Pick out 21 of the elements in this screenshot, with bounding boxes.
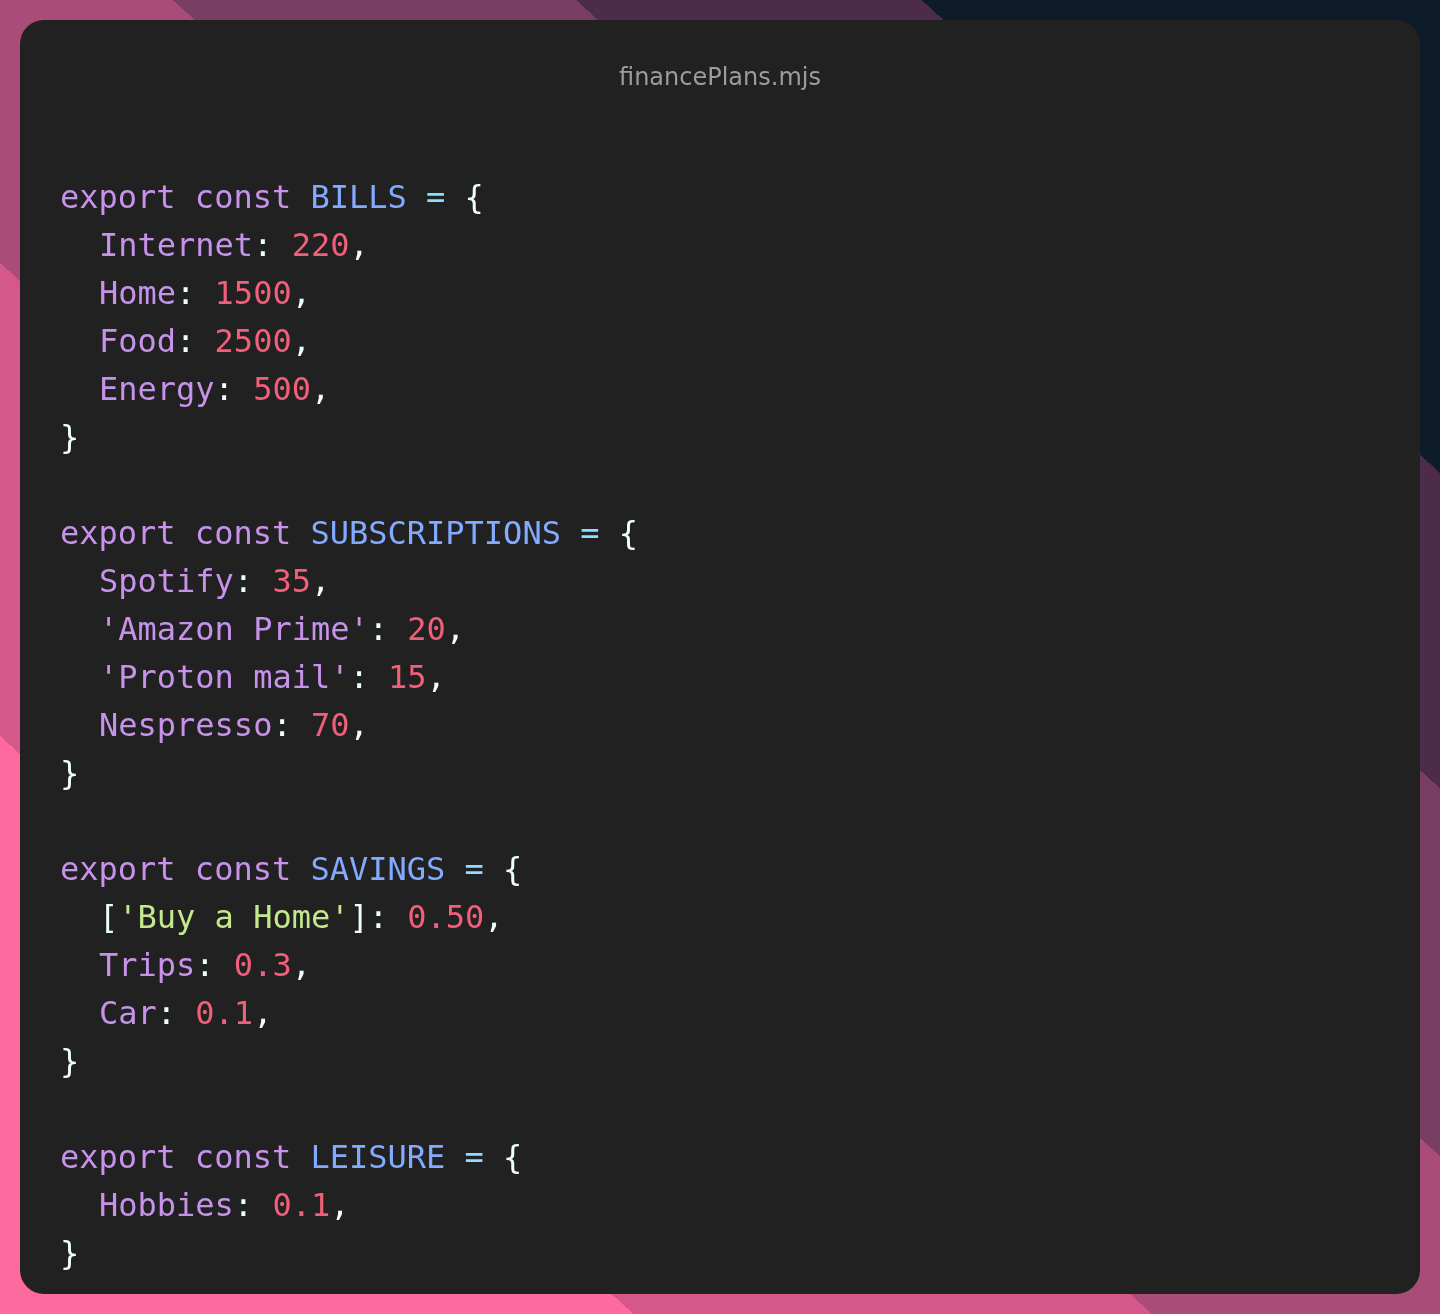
code-line: export const SUBSCRIPTIONS = { [60,513,638,554]
code-line: Spotify: 35, [98,561,331,602]
code-line: Internet: 220, [98,225,369,266]
code-line: } [60,1233,80,1274]
code-line: 'Amazon Prime': 20, [98,609,466,650]
code-line: export const LEISURE = { [60,1137,523,1178]
code-line: export const SAVINGS = { [60,849,523,890]
code-line: } [60,753,80,794]
code-line: export const BILLS = { [60,177,484,218]
code-line: Hobbies: 0.1, [98,1185,350,1226]
code-line: ['Buy a Home']: 0.50, [98,897,504,938]
code-line: Car: 0.1, [98,993,273,1034]
code-line: } [60,1041,80,1082]
code-line: 'Proton mail': 15, [98,657,446,698]
code-line: Trips: 0.3, [98,945,311,986]
code-line: } [60,417,80,458]
code-line: Energy: 500, [98,369,331,410]
file-name: financePlans.mjs [619,62,821,92]
code-line: Food: 2500, [98,321,311,362]
code-line: Nespresso: 70, [98,705,369,746]
code-line: Home: 1500, [98,273,311,314]
